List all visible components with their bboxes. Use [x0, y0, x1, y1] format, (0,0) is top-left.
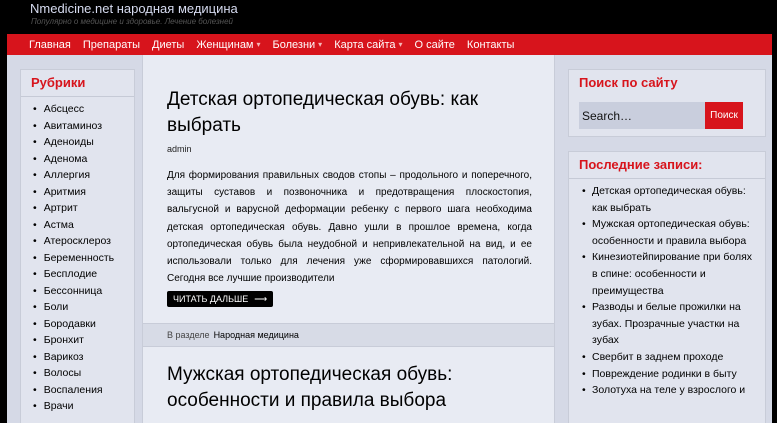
category-link[interactable]: Варикоз — [33, 349, 134, 366]
chevron-down-icon: ▾ — [398, 40, 403, 49]
category-link[interactable]: Врачи — [33, 398, 134, 415]
arrow-right-icon: ⟶ — [254, 293, 268, 304]
post-author[interactable]: admin — [167, 144, 192, 154]
main-content: Детская ортопедическая обувь: как выбрат… — [142, 55, 555, 423]
category-link[interactable]: Аденома — [33, 151, 134, 168]
category-link[interactable]: Народная медицина — [214, 330, 299, 340]
nav-item-diets[interactable]: Диеты — [152, 39, 184, 51]
category-link[interactable]: Атеросклероз — [33, 233, 134, 250]
category-label: В разделе — [167, 330, 210, 340]
nav-item-women[interactable]: Женщинам ▾ — [196, 39, 260, 51]
post-category-bar: В разделе Народная медицина — [143, 323, 554, 347]
recent-post-link[interactable]: Золотуха на теле у взрослого и — [582, 382, 757, 399]
search-form: Поиск — [579, 102, 743, 129]
category-link[interactable]: Бесплодие — [33, 266, 134, 283]
recent-posts-title: Последние записи: — [569, 152, 765, 179]
nav-item-about[interactable]: О сайте — [415, 39, 455, 51]
search-title: Поиск по сайту — [579, 75, 678, 90]
category-link[interactable]: Боли — [33, 299, 134, 316]
recent-post-link[interactable]: Повреждение родинки в быту — [582, 366, 757, 383]
category-link[interactable]: Аденоиды — [33, 134, 134, 151]
search-button[interactable]: Поиск — [705, 102, 743, 129]
nav-item-sitemap[interactable]: Карта сайта ▾ — [334, 39, 402, 51]
category-link[interactable]: Волосы — [33, 365, 134, 382]
post-title-link[interactable]: Детская ортопедическая обувь: как выбрат… — [167, 87, 487, 139]
nav-item-label: Карта сайта — [334, 38, 396, 51]
read-more-label: ЧИТАТЬ ДАЛЬШЕ — [173, 294, 249, 304]
category-link[interactable]: Аллергия — [33, 167, 134, 184]
category-link[interactable]: Беременность — [33, 250, 134, 267]
chevron-down-icon: ▾ — [318, 40, 323, 49]
nav-item-label: Болезни — [272, 38, 316, 51]
search-input[interactable] — [579, 102, 705, 129]
site-description: Популярно о медицине и здоровье. Лечение… — [31, 17, 233, 26]
category-link[interactable]: Воспаления — [33, 382, 134, 399]
nav-item-label: Контакты — [466, 38, 515, 51]
recent-post-link[interactable]: Разводы и белые прожилки на зубах. Прозр… — [582, 299, 757, 349]
category-link[interactable]: Авитаминоз — [33, 118, 134, 135]
category-link[interactable]: Бородавки — [33, 316, 134, 333]
post-excerpt: Для формирования правильных сводов стопы… — [167, 170, 532, 285]
main-nav: Главная Препараты Диеты Женщинам ▾ Болезн… — [7, 34, 772, 55]
post-title-link[interactable]: Мужская ортопедическая обувь: особенност… — [167, 362, 487, 414]
nav-item-drugs[interactable]: Препараты — [83, 39, 140, 51]
search-widget: Поиск по сайту Поиск — [568, 69, 766, 137]
nav-item-label: Диеты — [152, 38, 185, 51]
nav-item-label: Главная — [29, 38, 71, 51]
page-body: Рубрики Абсцесс Авитаминоз Аденоиды Аден… — [7, 55, 772, 423]
recent-post-link[interactable]: Кинезиотейпирование при болях в спине: о… — [582, 249, 757, 299]
category-link[interactable]: Артрит — [33, 200, 134, 217]
site-header: Nmedicine.net народная медицина Популярн… — [0, 0, 777, 34]
category-link[interactable]: Аритмия — [33, 184, 134, 201]
nav-item-label: Препараты — [82, 38, 141, 51]
category-link[interactable]: Абсцесс — [33, 101, 134, 118]
nav-item-diseases[interactable]: Болезни ▾ — [273, 39, 323, 51]
category-link[interactable]: Бессонница — [33, 283, 134, 300]
recent-post-link[interactable]: Мужская ортопедическая обувь: особенност… — [582, 216, 757, 249]
categories-list: Абсцесс Авитаминоз Аденоиды Аденома Алле… — [21, 97, 134, 415]
chevron-down-icon: ▾ — [256, 40, 261, 49]
recent-posts-list: Детская ортопедическая обувь: как выбрат… — [569, 179, 765, 399]
categories-title: Рубрики — [21, 70, 134, 97]
read-more-button[interactable]: ЧИТАТЬ ДАЛЬШЕ ⟶ — [167, 291, 274, 307]
nav-item-label: О сайте — [414, 38, 455, 51]
categories-widget: Рубрики Абсцесс Авитаминоз Аденоиды Аден… — [20, 69, 135, 423]
recent-posts-widget: Последние записи: Детская ортопедическая… — [568, 151, 766, 423]
site-title[interactable]: Nmedicine.net народная медицина — [30, 1, 238, 16]
nav-item-home[interactable]: Главная — [29, 39, 71, 51]
category-link[interactable]: Бронхит — [33, 332, 134, 349]
recent-post-link[interactable]: Детская ортопедическая обувь: как выбрат… — [582, 183, 757, 216]
category-link[interactable]: Астма — [33, 217, 134, 234]
recent-post-link[interactable]: Свербит в заднем проходе — [582, 349, 757, 366]
nav-item-label: Женщинам — [196, 38, 254, 51]
nav-item-contacts[interactable]: Контакты — [467, 39, 515, 51]
